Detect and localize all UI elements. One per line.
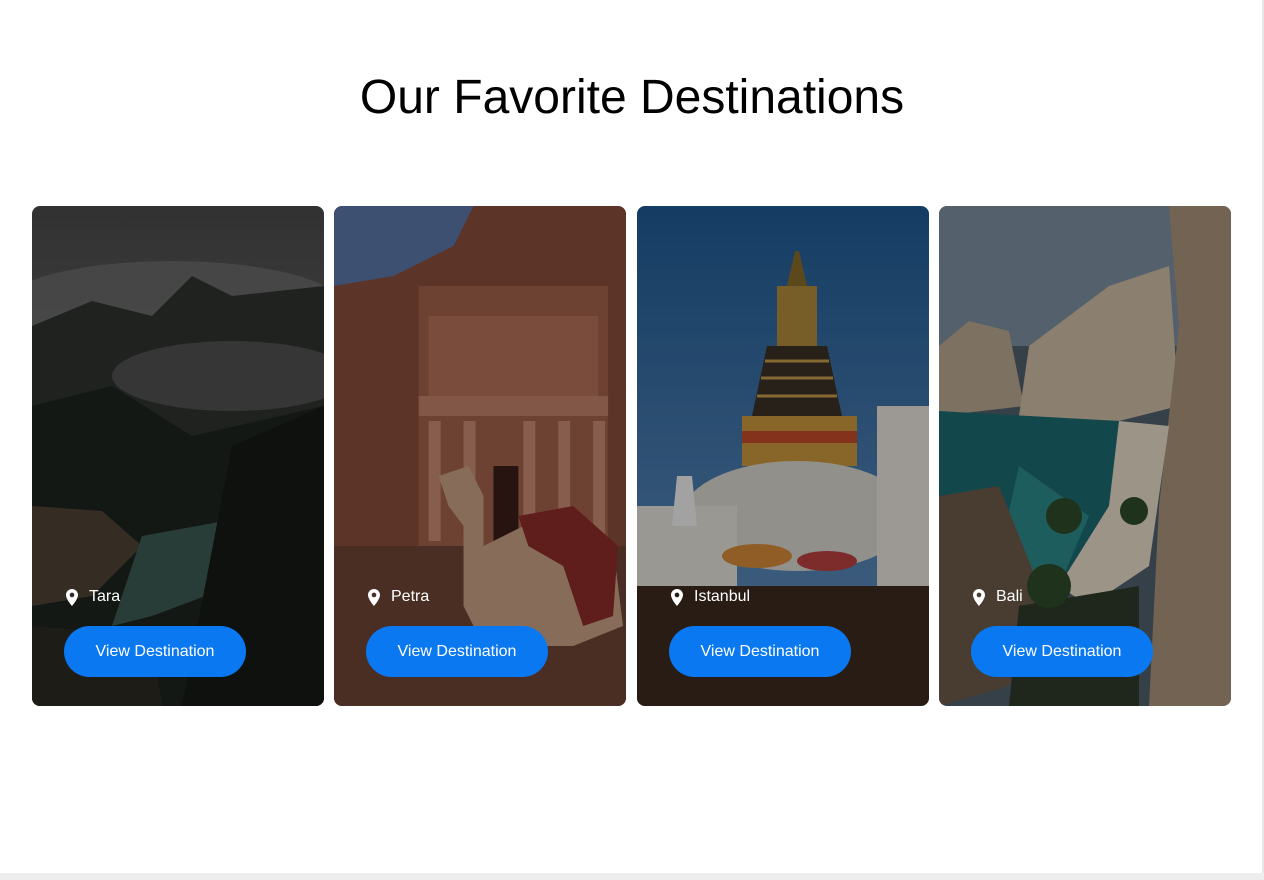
location-name: Istanbul	[694, 588, 751, 605]
map-pin-icon	[66, 588, 78, 606]
view-destination-button-istanbul[interactable]: View Destination	[669, 626, 851, 677]
location-label-istanbul: Istanbul	[671, 588, 750, 606]
view-destination-button-petra[interactable]: View Destination	[366, 626, 548, 677]
location-label-petra: Petra	[368, 588, 429, 606]
location-name: Bali	[996, 588, 1023, 605]
horizontal-scrollbar[interactable]	[0, 873, 1264, 880]
map-pin-icon	[671, 588, 683, 606]
location-name: Tara	[89, 588, 121, 605]
view-destination-button-bali[interactable]: View Destination	[971, 626, 1153, 677]
location-label-tara: Tara	[66, 588, 120, 606]
location-name: Petra	[391, 588, 430, 605]
map-pin-icon	[973, 588, 985, 606]
view-destination-button-tara[interactable]: View Destination	[64, 626, 246, 677]
map-pin-icon	[368, 588, 380, 606]
page-title: Our Favorite Destinations	[359, 71, 905, 124]
location-label-bali: Bali	[973, 588, 1023, 606]
